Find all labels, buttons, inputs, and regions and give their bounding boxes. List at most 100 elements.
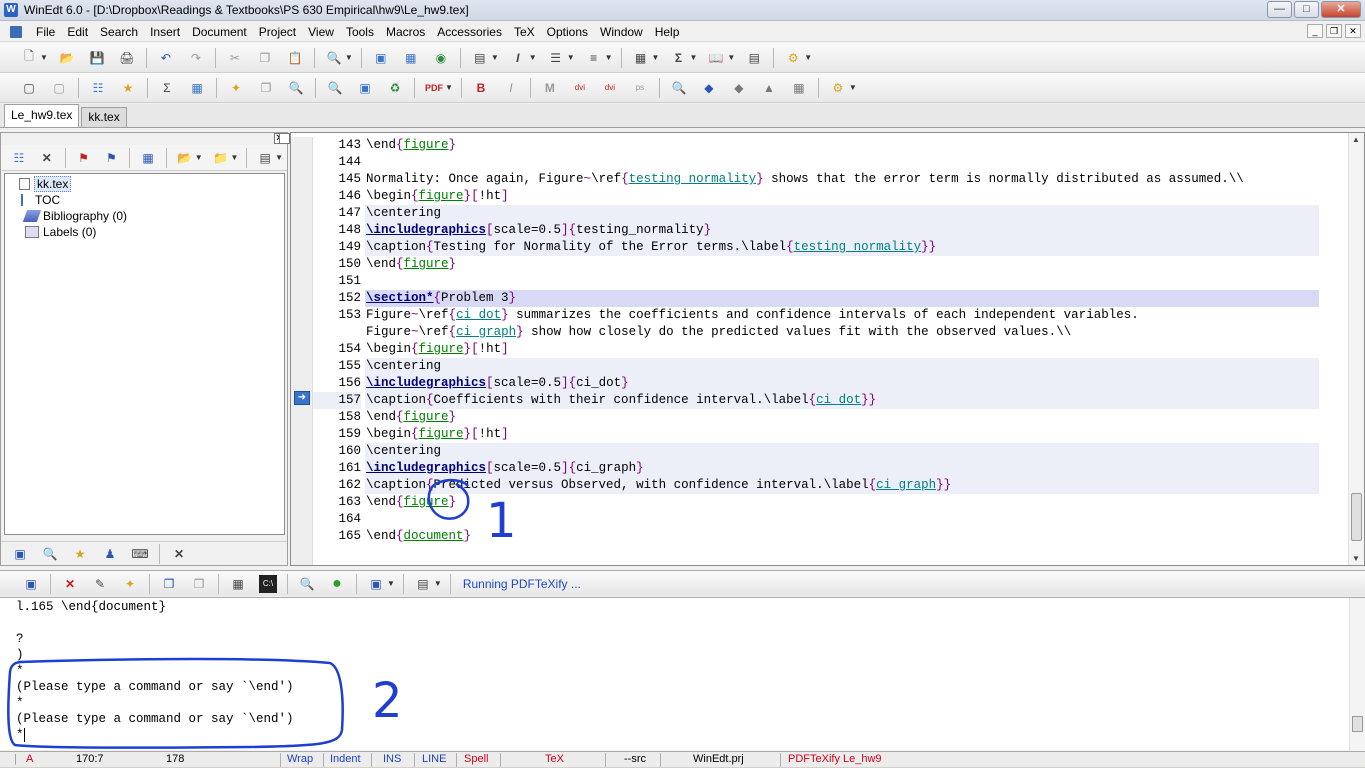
book-icon[interactable]: 📖 xyxy=(707,49,725,67)
code-line[interactable]: \begin{figure}[!ht] xyxy=(365,188,1319,205)
chevron-down-icon[interactable]: ▼ xyxy=(529,53,537,62)
redo-icon[interactable]: ↷ xyxy=(187,49,205,67)
gather-icon[interactable]: ★ xyxy=(119,79,137,97)
page-icon[interactable]: ▤ xyxy=(745,49,763,67)
macro-icon[interactable]: ⚙ xyxy=(784,49,802,67)
new-file-icon[interactable]: 🗋 xyxy=(20,49,38,67)
chevron-down-icon[interactable]: ▼ xyxy=(491,53,499,62)
ps-viewer-icon[interactable]: ◆ xyxy=(730,79,748,97)
globe-icon[interactable]: ◉ xyxy=(432,49,450,67)
scrollbar-thumb[interactable] xyxy=(1351,493,1362,541)
chevron-down-icon[interactable]: ▼ xyxy=(345,53,353,62)
ps-pdf-icon[interactable]: ps xyxy=(631,79,649,97)
menu-tex[interactable]: TeX xyxy=(508,23,541,41)
panel-icon[interactable]: ▣ xyxy=(11,545,29,563)
tree-item-bibliography[interactable]: Bibliography (0) xyxy=(19,208,284,224)
code-line[interactable]: \begin{figure}[!ht] xyxy=(365,426,1319,443)
copy-icon[interactable]: ❐ xyxy=(256,49,274,67)
console-icon[interactable]: Σ xyxy=(158,79,176,97)
star-icon[interactable]: ★ xyxy=(71,545,89,563)
chevron-down-icon[interactable]: ▼ xyxy=(387,579,395,588)
menu-view[interactable]: View xyxy=(302,23,340,41)
close-x-icon[interactable]: ✕ xyxy=(170,545,188,563)
tree-item-labels[interactable]: Labels (0) xyxy=(19,224,284,240)
flag-blue-icon[interactable]: ⚑ xyxy=(103,149,119,167)
close-button[interactable]: ✕ xyxy=(1321,1,1361,18)
dvi-viewer-icon[interactable]: ◆ xyxy=(700,79,718,97)
tree-item-kk-tex[interactable]: kk.tex xyxy=(19,176,284,192)
grid-viewer-icon[interactable]: ▦ xyxy=(790,79,808,97)
paste-icon[interactable]: 📋 xyxy=(286,49,304,67)
close-editor-icon[interactable] xyxy=(279,133,290,144)
code-line[interactable]: Figure~\ref{ci dot} summarizes the coeff… xyxy=(365,307,1319,324)
code-line[interactable]: \includegraphics[scale=0.5]{ci_graph} xyxy=(365,460,1319,477)
tools-icon[interactable]: ⚙ xyxy=(829,79,847,97)
paste-output-icon[interactable]: ❐ xyxy=(190,575,208,593)
menu-tools[interactable]: Tools xyxy=(340,23,380,41)
tree-icon[interactable]: ☷ xyxy=(89,79,107,97)
template-icon[interactable]: ❐ xyxy=(257,79,275,97)
tab-kk[interactable]: kk.tex xyxy=(81,107,127,127)
minimize-button[interactable]: — xyxy=(1267,1,1292,18)
code-line[interactable]: \end{figure} xyxy=(365,137,1319,154)
tree-view-icon[interactable]: ☷ xyxy=(11,149,27,167)
code-line[interactable]: \centering xyxy=(365,443,1319,460)
save-icon[interactable]: 💾 xyxy=(88,49,106,67)
sigma-icon[interactable]: Σ xyxy=(669,49,687,67)
console-window-icon[interactable]: ▣ xyxy=(22,575,40,593)
trash-icon[interactable]: ♻ xyxy=(386,79,404,97)
print-icon[interactable]: 🖨 xyxy=(118,49,136,67)
code-line[interactable]: \includegraphics[scale=0.5]{ci_dot} xyxy=(365,375,1319,392)
editor-scrollbar[interactable]: ▲ ▼ xyxy=(1348,133,1364,565)
menu-help[interactable]: Help xyxy=(649,23,686,41)
menu-file[interactable]: File xyxy=(30,23,61,41)
users-icon[interactable]: ♟ xyxy=(101,545,119,563)
code-line[interactable]: \end{document} xyxy=(365,528,1319,545)
menu-document[interactable]: Document xyxy=(186,23,253,41)
status-tex[interactable]: TeX xyxy=(545,752,564,768)
status-position[interactable]: 170:7 xyxy=(76,752,104,768)
run-green-icon[interactable]: ● xyxy=(328,575,346,593)
output-options-icon[interactable]: ▤ xyxy=(414,575,432,593)
align-icon[interactable]: ☰ xyxy=(547,49,565,67)
chevron-down-icon[interactable]: ▼ xyxy=(689,53,697,62)
close-project-icon[interactable]: ▢ xyxy=(50,79,68,97)
code-line[interactable]: \centering xyxy=(365,358,1319,375)
flag-red-icon[interactable]: ⚑ xyxy=(76,149,92,167)
menu-window[interactable]: Window xyxy=(594,23,649,41)
spell-icon[interactable]: 🔍 xyxy=(326,79,344,97)
window-icon[interactable]: ▣ xyxy=(356,79,374,97)
chevron-down-icon[interactable]: ▼ xyxy=(40,53,48,62)
settings-icon[interactable]: ✦ xyxy=(121,575,139,593)
scroll-up-icon[interactable]: ▲ xyxy=(1352,135,1360,144)
wizard-icon[interactable]: ✦ xyxy=(227,79,245,97)
image-icon[interactable]: ▣ xyxy=(372,49,390,67)
doc-close-button[interactable]: ✕ xyxy=(1345,24,1361,38)
menu-project[interactable]: Project xyxy=(253,23,302,41)
menu-insert[interactable]: Insert xyxy=(144,23,186,41)
find-icon[interactable]: 🔍 xyxy=(325,49,343,67)
copy-output-icon[interactable]: ❐ xyxy=(160,575,178,593)
find-file-icon[interactable]: 🔍 xyxy=(41,545,59,563)
status-project[interactable]: WinEdt.prj xyxy=(693,752,744,768)
tree-item-toc[interactable]: TOC xyxy=(19,192,284,208)
code-line[interactable]: \includegraphics[scale=0.5]{testing_norm… xyxy=(365,222,1319,239)
menu-accessories[interactable]: Accessories xyxy=(431,23,508,41)
code-line[interactable]: Normality: Once again, Figure~\ref{testi… xyxy=(365,171,1319,188)
editor-pane[interactable]: ➜ 143 144 145 146 147 148 149 150 151 152 153 154 15… xyxy=(279,132,1365,566)
code-line[interactable]: \begin{figure}[!ht] xyxy=(365,341,1319,358)
acrobat-icon[interactable]: ▲ xyxy=(760,79,778,97)
dvi-pdf-icon[interactable]: dvi xyxy=(571,79,589,97)
bookmark-margin[interactable]: ➜ xyxy=(291,137,313,565)
menu-options[interactable]: Options xyxy=(541,23,594,41)
stack-icon[interactable]: ▦ xyxy=(140,149,156,167)
status-ins[interactable]: INS xyxy=(383,752,401,768)
code-line[interactable]: \centering xyxy=(365,205,1319,222)
keyboard-icon[interactable]: ⌨ xyxy=(131,545,149,563)
folder-open-icon[interactable]: 📂 xyxy=(177,149,193,167)
code-line[interactable]: \end{figure} xyxy=(365,256,1319,273)
code-line[interactable] xyxy=(365,511,1319,528)
chevron-down-icon[interactable]: ▼ xyxy=(445,83,453,92)
cmd-icon[interactable]: C:\ xyxy=(259,574,277,593)
code-line[interactable]: \caption{Predicted versus Observed, with… xyxy=(365,477,1319,494)
